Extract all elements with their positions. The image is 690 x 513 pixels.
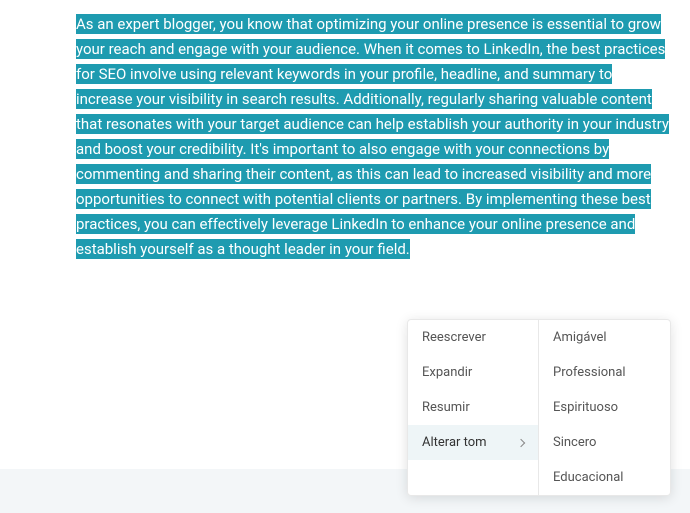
menu-item-label: Espirituoso bbox=[553, 400, 618, 415]
menu-item-label: Alterar tom bbox=[422, 435, 487, 450]
menu-item-alterar-tom[interactable]: Alterar tom bbox=[408, 425, 538, 460]
menu-item-amigavel[interactable]: Amigável bbox=[539, 320, 670, 355]
menu-secondary-column: Amigável Professional Espirituoso Sincer… bbox=[539, 319, 671, 496]
menu-item-professional[interactable]: Professional bbox=[539, 355, 670, 390]
menu-item-expandir[interactable]: Expandir bbox=[408, 355, 538, 390]
menu-item-espirituoso[interactable]: Espirituoso bbox=[539, 390, 670, 425]
menu-item-sincero[interactable]: Sincero bbox=[539, 425, 670, 460]
content-area: As an expert blogger, you know that opti… bbox=[0, 0, 690, 262]
menu-item-educacional[interactable]: Educacional bbox=[539, 460, 670, 495]
menu-item-label: Reescrever bbox=[422, 330, 486, 345]
menu-item-label: Educacional bbox=[553, 470, 623, 485]
menu-item-label: Sincero bbox=[553, 435, 596, 450]
highlighted-text[interactable]: As an expert blogger, you know that opti… bbox=[76, 14, 669, 259]
menu-item-reescrever[interactable]: Reescrever bbox=[408, 320, 538, 355]
menu-item-label: Resumir bbox=[422, 400, 470, 415]
menu-item-label: Amigável bbox=[553, 330, 607, 345]
menu-item-label: Expandir bbox=[422, 365, 472, 380]
chevron-right-icon bbox=[517, 438, 525, 446]
menu-primary-column: Reescrever Expandir Resumir Alterar tom bbox=[407, 319, 539, 496]
context-menu: Reescrever Expandir Resumir Alterar tom … bbox=[407, 319, 671, 496]
menu-item-resumir[interactable]: Resumir bbox=[408, 390, 538, 425]
menu-item-label: Professional bbox=[553, 365, 626, 380]
